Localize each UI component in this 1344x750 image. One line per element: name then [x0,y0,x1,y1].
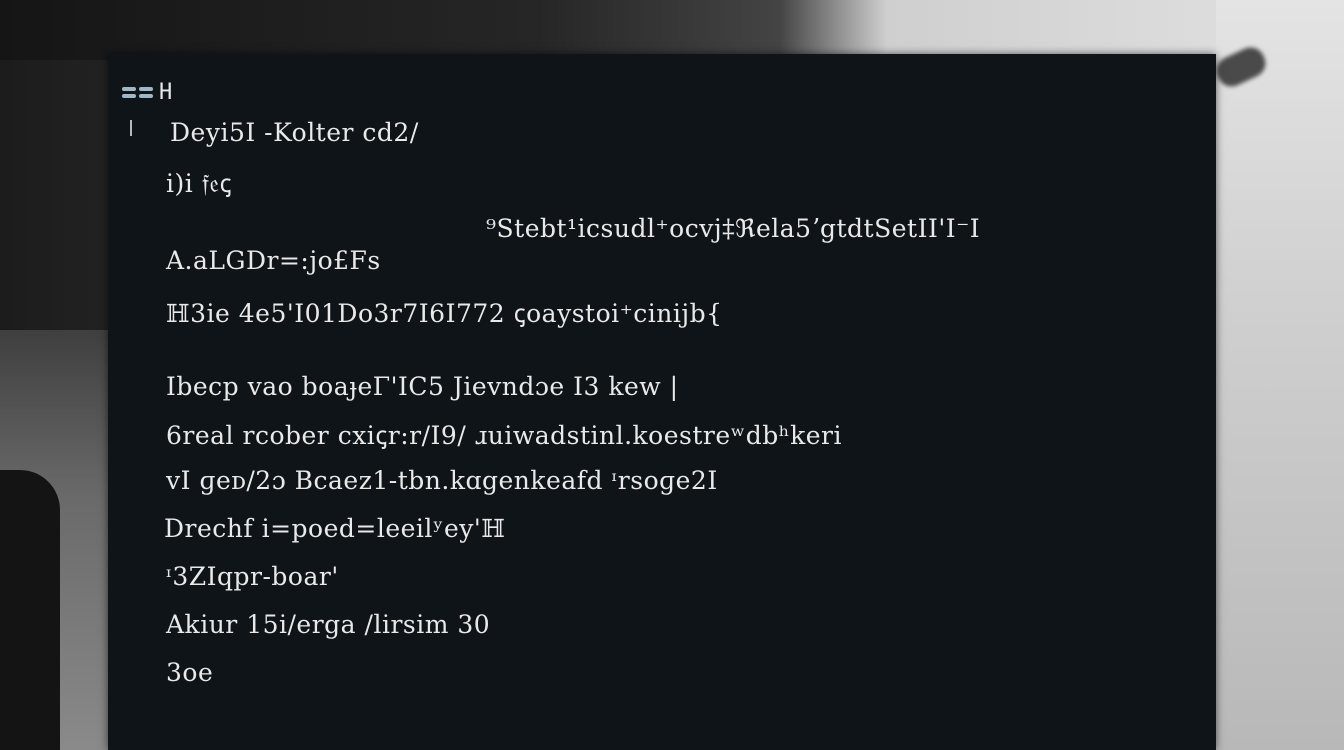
terminal-line-8: vI ɡeᴅ/2ɔ Bcaez1-tbn.kɑgenkeafd ᶦrsoɡe2I [166,466,718,495]
terminal-menu-icon[interactable] [122,87,136,98]
background-right [1216,0,1344,750]
terminal-line-9: Drechf i=poed=leeilʸey'ℍ [164,514,506,543]
terminal-window[interactable]: H Deyi5I -Kolter cd2/ i)i 𝔣𝔢ꞔ ⁹Stebt¹ics… [108,54,1216,750]
background-left-shadow [0,470,60,750]
terminal-line-6: Ibecp vao boaɟeΓ'IC5 Jievndɔe I3 kew | [166,372,679,401]
terminal-line-1: Deyi5I -Kolter cd2/ [170,118,419,147]
terminal-line-10: ᶦ3ZIqpr-boar' [166,562,339,591]
terminal-line-5: ℍ3ie 4e5'I01Do3r7I6I772 ꞔoaystoi⁺cinijb{ [166,299,723,328]
terminal-title-bar: H [122,80,172,105]
terminal-line-11: Akiur 15i/erga /lirsim 30 [166,610,491,639]
terminal-line-3: ⁹Stebt¹icsudl⁺ocvj‡ℜela5ʼgtdtSetII'I⁻I [486,214,981,243]
terminal-line-4: A.aLGDr=:jo£Fs [166,246,381,275]
background-top [0,0,1344,60]
terminal-line-12: 3oe [166,658,214,687]
cursor-gutter-mark [130,120,132,136]
terminal-line-2: i)i 𝔣𝔢ꞔ [166,169,232,198]
terminal-line-7: 6real rcober cxiꞔr:r/I9/ ɹuiwadstinl.koe… [166,421,843,450]
terminal-title: H [159,80,173,105]
terminal-menu-icon-2[interactable] [139,87,153,98]
